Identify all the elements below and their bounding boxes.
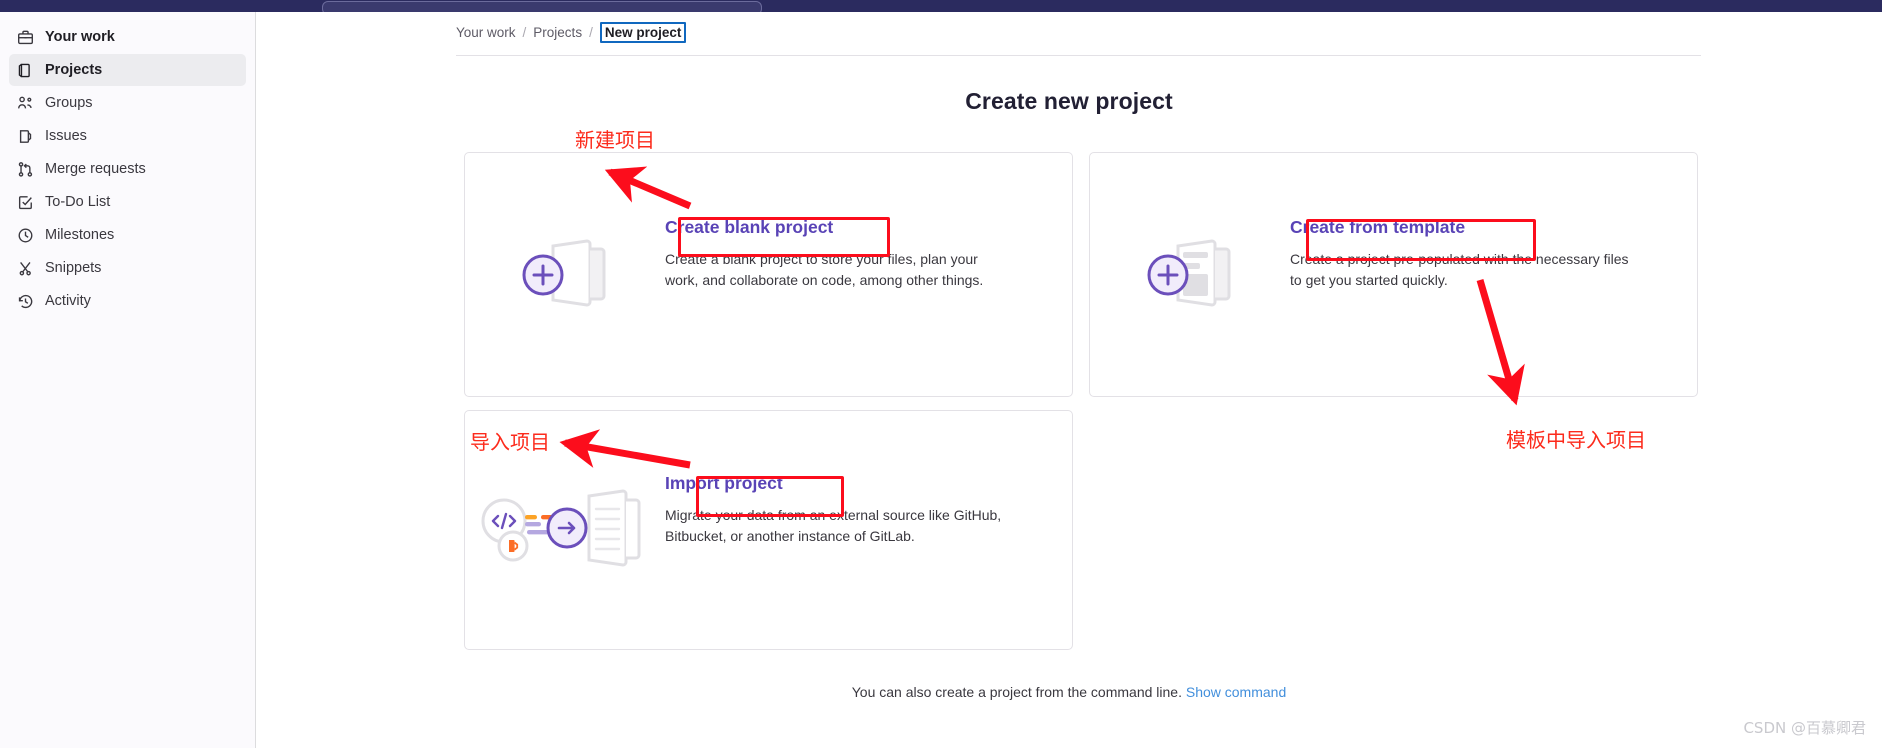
page-title: Create new project [965,88,1173,114]
create-from-template-card[interactable]: Create from template Create a project pr… [1089,152,1698,397]
blank-project-icon [465,153,665,396]
breadcrumb: Your work / Projects / New project [456,22,687,43]
top-navigation-bar [0,0,1882,15]
command-line-footer: You can also create a project from the c… [256,684,1882,700]
sidebar-item-label: To-Do List [45,193,111,210]
card-description: Create a blank project to store your fil… [665,251,984,289]
breadcrumb-separator: / [522,25,527,40]
sidebar-item-label: Milestones [45,226,115,243]
sidebar-item-label: Issues [45,127,87,144]
breadcrumb-item-projects[interactable]: Projects [533,25,582,40]
breadcrumb-divider [456,55,1701,56]
sidebar-item-label: Snippets [45,259,102,276]
issue-icon [17,128,34,145]
sidebar-item-label: Merge requests [45,160,146,177]
sidebar-item-your-work[interactable]: Your work [9,21,246,53]
clock-icon [17,227,34,244]
sidebar-item-label: Activity [45,292,91,309]
scissors-icon [17,260,34,277]
sidebar-item-snippets[interactable]: Snippets [9,252,246,284]
gitlab-new-project-page: Your work Projects Groups Issues Merge r… [0,0,1882,748]
import-project-card[interactable]: Import project Migrate your data from an… [464,410,1073,650]
sidebar-item-activity[interactable]: Activity [9,285,246,317]
sidebar-item-milestones[interactable]: Milestones [9,219,246,251]
sidebar-item-label: Groups [45,94,93,111]
briefcase-icon [17,29,34,46]
sidebar-item-label: Projects [45,61,103,78]
history-icon [17,293,34,310]
import-project-icon [465,411,665,649]
main-content: Your work / Projects / New project Creat… [256,12,1882,748]
sidebar-item-projects[interactable]: Projects [9,54,246,86]
group-icon [17,95,34,112]
card-body: Create blank project Create a blank proj… [665,153,1039,292]
card-description: Migrate your data from an external sourc… [665,507,1002,545]
project-icon [17,62,34,79]
merge-request-icon [17,161,34,178]
card-body: Import project Migrate your data from an… [665,411,1039,548]
breadcrumb-current-new-project[interactable]: New project [599,22,687,43]
card-title[interactable]: Create from template [1290,217,1640,238]
breadcrumb-item-your-work[interactable]: Your work [456,25,516,40]
sidebar-item-todo-list[interactable]: To-Do List [9,186,246,218]
sidebar-item-label: Your work [45,28,115,45]
sidebar-item-merge-requests[interactable]: Merge requests [9,153,246,185]
card-description: Create a project pre-populated with the … [1290,251,1629,289]
card-body: Create from template Create a project pr… [1290,153,1664,292]
show-command-link[interactable]: Show command [1186,684,1286,700]
breadcrumb-separator: / [589,25,593,40]
todo-checkbox-icon [17,194,34,211]
template-project-icon [1090,153,1290,396]
create-blank-project-card[interactable]: Create blank project Create a blank proj… [464,152,1073,397]
footer-text: You can also create a project from the c… [851,684,1182,700]
card-title[interactable]: Import project [665,473,1015,494]
sidebar-item-groups[interactable]: Groups [9,87,246,119]
card-title[interactable]: Create blank project [665,217,1015,238]
sidebar-item-issues[interactable]: Issues [9,120,246,152]
primary-sidebar: Your work Projects Groups Issues Merge r… [0,12,256,748]
